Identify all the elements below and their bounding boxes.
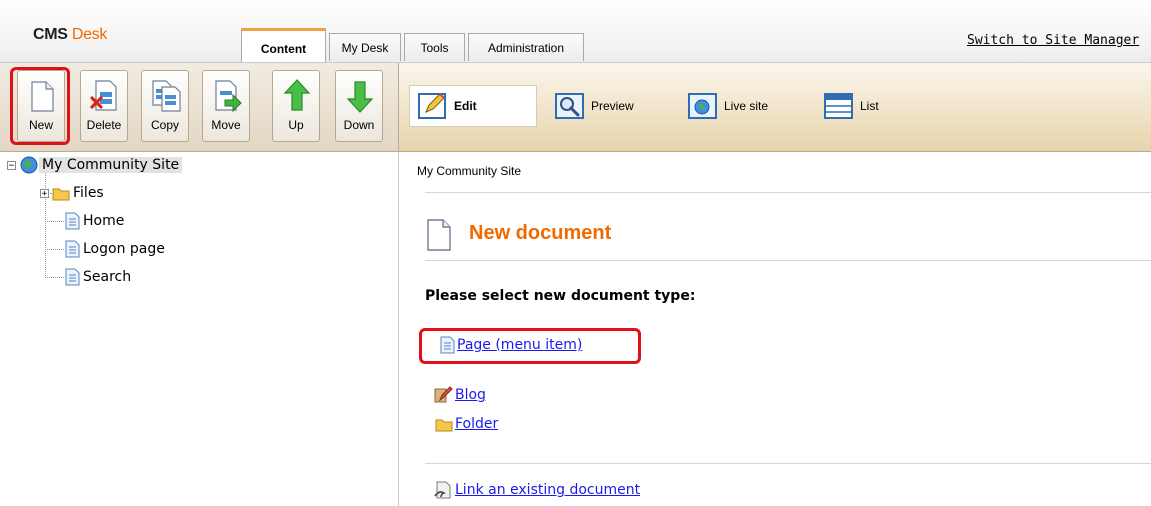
logo-desk: Desk [71,26,108,43]
tab-tools[interactable]: Tools [404,33,465,61]
new-document-icon [427,219,451,251]
preview-mode-button[interactable]: Preview [555,85,634,127]
doc-type-page-link[interactable]: Page (menu item) [439,336,582,354]
preview-icon [555,93,584,119]
delete-button-label: Delete [86,118,122,132]
page-icon [65,240,80,258]
link-document-icon [434,481,451,499]
tree-connector [45,221,64,222]
tree-node-root[interactable]: − My Community Site [7,155,183,175]
globe-icon [20,156,38,174]
delete-button[interactable]: Delete [80,70,128,142]
top-header: CMS Desk Content My Desk Tools Administr… [0,0,1151,63]
list-mode-label: List [860,99,879,113]
content-pane: My Community Site New document Please se… [399,152,1151,506]
tree-node-label: Search [83,269,132,285]
divider [425,192,1151,193]
tree-node-home[interactable]: Home [64,211,127,231]
live-site-mode-button[interactable]: Live site [688,85,768,127]
new-button-label: New [28,118,53,132]
link-existing-document-link[interactable]: Link an existing document [433,481,640,499]
move-button[interactable]: Move [202,70,250,142]
doc-type-label: Folder [455,416,499,432]
blog-icon [434,386,453,403]
doc-type-label: Blog [455,387,486,403]
doc-type-folder-link[interactable]: Folder [435,416,498,432]
tree-connector [45,249,64,250]
content-tree: − My Community Site + Files Home Logon p… [0,152,399,506]
page-icon [65,212,80,230]
list-icon [824,93,853,119]
folder-icon [52,188,70,201]
folder-icon [435,419,453,432]
doc-type-blog-link[interactable]: Blog [433,386,486,404]
page-title: New document [469,222,612,244]
list-mode-button[interactable]: List [824,85,879,127]
tree-node-search[interactable]: Search [64,267,134,287]
live-site-icon [688,93,717,119]
arrow-down-icon [346,81,374,113]
tree-connector [45,277,64,278]
copy-button[interactable]: Copy [141,70,189,142]
tree-node-logon-page[interactable]: Logon page [64,239,168,259]
tree-node-label: My Community Site [39,157,183,173]
live-site-mode-label: Live site [724,99,769,113]
collapse-toggle-icon[interactable]: − [7,160,16,170]
new-button[interactable]: New [17,70,65,142]
edit-mode-button[interactable]: Edit [409,85,537,127]
expand-toggle-icon[interactable]: + [40,188,49,198]
new-document-icon [31,81,54,112]
doc-type-label: Page (menu item) [457,337,583,353]
delete-document-icon [90,80,117,111]
up-button[interactable]: Up [272,70,320,142]
app-logo: CMS Desk [33,26,107,44]
down-button[interactable]: Down [335,70,383,142]
arrow-up-icon [283,79,311,111]
preview-mode-label: Preview [591,99,634,113]
tab-administration[interactable]: Administration [468,33,584,61]
tree-node-label: Logon page [83,241,165,257]
logo-cms: CMS [33,26,68,43]
page-icon [440,336,455,354]
tree-node-files[interactable]: + Files [40,183,107,203]
link-existing-label: Link an existing document [455,482,641,498]
divider [425,260,1151,261]
breadcrumb: My Community Site [417,164,522,178]
up-button-label: Up [288,118,304,132]
tree-node-label: Files [73,185,104,201]
divider [425,463,1151,464]
tab-my-desk[interactable]: My Desk [329,33,401,61]
tree-node-label: Home [83,213,125,229]
page-icon [65,268,80,286]
switch-to-site-manager-link[interactable]: Switch to Site Manager [967,33,1139,48]
edit-icon [418,93,446,119]
move-button-label: Move [211,118,241,132]
tab-content[interactable]: Content [241,28,326,62]
edit-mode-label: Edit [454,99,477,113]
copy-button-label: Copy [150,118,179,132]
move-document-icon [215,80,242,113]
select-type-prompt: Please select new document type: [425,288,696,304]
down-button-label: Down [343,118,375,132]
copy-document-icon [152,80,181,112]
